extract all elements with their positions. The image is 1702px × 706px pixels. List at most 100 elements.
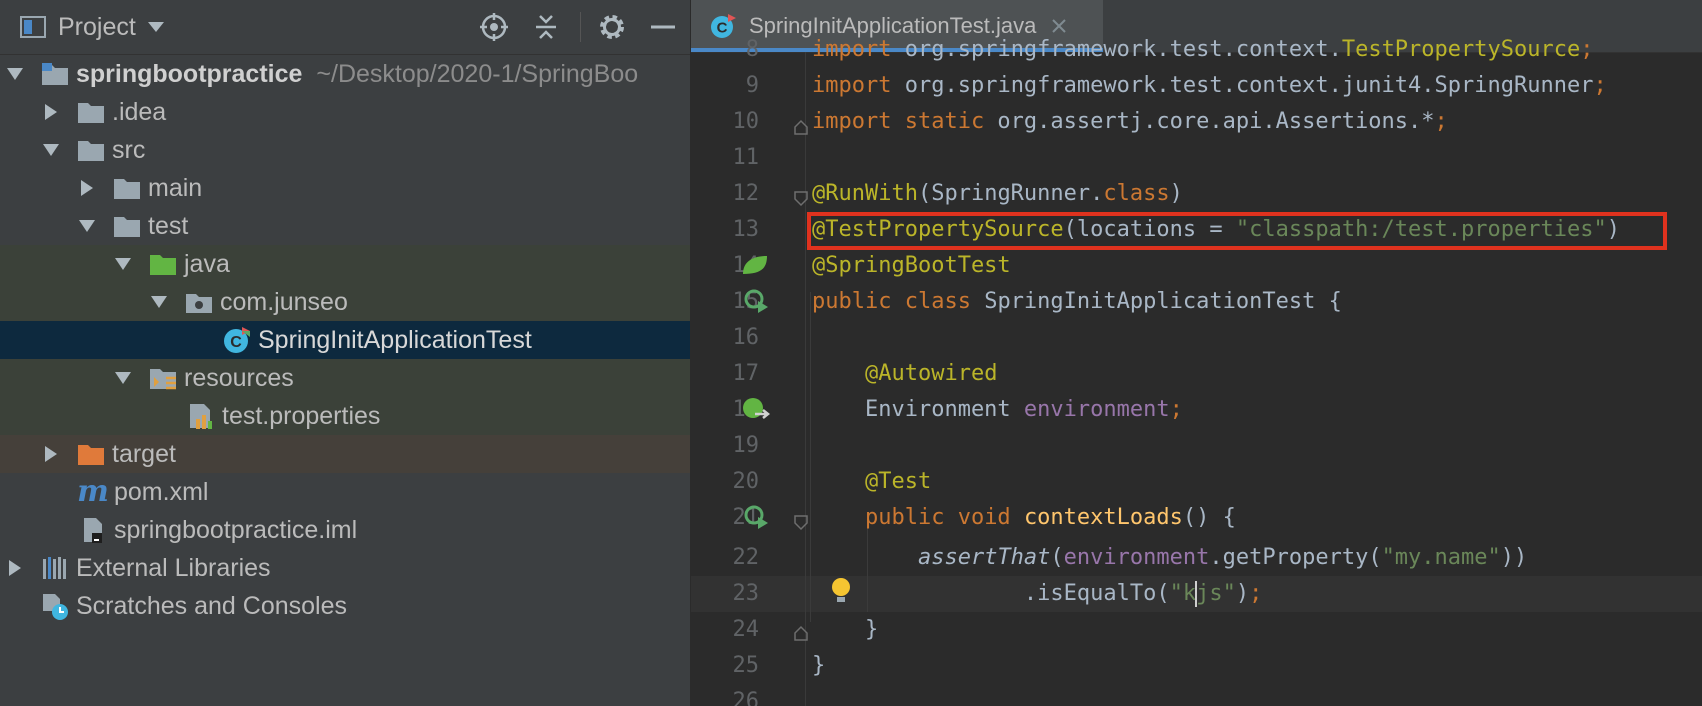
tree-item-scratches[interactable]: Scratches and Consoles [0,587,696,625]
code-line: import org.springframework.test.context.… [812,37,1594,62]
code-line: @Autowired [864,361,998,386]
project-panel-header: Project [0,0,690,55]
tree-item-resources[interactable]: resources [0,359,690,397]
tree-item-label: com.junseo [220,287,348,316]
chevron-down-icon [147,22,164,32]
run-test-icon[interactable] [743,504,771,538]
code-line: .isEqualTo("kjs"); [812,581,1263,607]
tree-item-path: ~/Desktop/2020-1/SpringBoo [316,59,639,88]
tree-item-label: target [112,439,176,468]
tree-item-iml[interactable]: springbootpractice.iml [0,511,768,549]
code-line: @Test [864,469,932,494]
code-line: public class SpringInitApplicationTest { [812,289,1342,314]
header-separator [580,12,581,42]
test-class-icon: C [222,325,252,355]
module-folder-icon [40,59,70,89]
code-line: @RunWith(SpringRunner.class) [812,181,1183,206]
code-area[interactable]: 8 9 10 11 12 13 14 15 16 17 18 19 20 21 … [691,37,1702,706]
line-number: 10 [732,109,760,134]
tree-item-idea[interactable]: .idea [0,93,732,131]
tree-item-test[interactable]: test [0,207,768,245]
editor-panel: C SpringInitApplicationTest.java 8 9 10 … [691,0,1702,706]
gear-icon[interactable] [594,9,630,45]
line-number: 17 [732,361,760,386]
package-icon [184,287,214,317]
collapse-all-icon[interactable] [528,9,564,45]
tree-item-main[interactable]: main [0,169,768,207]
code-line: public void contextLoads() { [864,505,1236,530]
line-number: 24 [732,617,760,642]
tree-item-target[interactable]: target [0,435,690,473]
tree-item-test-properties[interactable]: test.properties [0,397,690,435]
folder-icon [76,135,106,165]
tree-item-pom[interactable]: m pom.xml [0,473,768,511]
line-number: 16 [732,325,760,350]
iml-file-icon [78,515,108,545]
code-line: @SpringBootTest [812,253,1011,278]
gutter-separator [805,52,806,706]
line-number: 19 [732,433,760,458]
code-line: assertThat(environment.getProperty("my.n… [917,545,1528,570]
tree-item-label: SpringInitApplicationTest [258,325,532,354]
code-line: } [812,653,826,678]
tree-item-label: springbootpractice [76,59,303,88]
fold-marker-icon[interactable] [793,622,809,647]
collapsed-arrow-icon[interactable] [42,103,60,121]
tree-item-label: test.properties [222,401,381,430]
fold-marker-icon[interactable] [793,188,809,213]
line-number: 22 [732,545,760,570]
tree-item-label: src [112,135,146,164]
tree-item-project-root[interactable]: springbootpractice ~/Desktop/2020-1/Spri… [0,55,696,93]
line-number: 26 [732,689,760,706]
fold-marker-icon[interactable] [793,512,809,537]
tree-item-label: main [148,173,203,202]
collapsed-arrow-icon[interactable] [42,445,60,463]
project-view-selector[interactable]: Project [20,10,164,44]
line-number: 13 [732,217,760,242]
line-number: 25 [732,653,760,678]
properties-file-icon [186,401,216,431]
indent-guide [810,292,811,622]
svg-text:C: C [230,334,242,351]
run-test-icon[interactable] [743,288,771,322]
locate-icon[interactable] [476,9,512,45]
tree-item-label: test [148,211,189,240]
folder-icon [76,97,106,127]
tree-item-test-class[interactable]: C SpringInitApplicationTest [0,321,690,359]
line-number: 23 [732,581,760,606]
collapsed-arrow-icon[interactable] [6,559,24,577]
tree-item-package[interactable]: com.junseo [0,283,690,321]
expanded-arrow-icon[interactable] [114,369,132,387]
expanded-arrow-icon[interactable] [6,65,24,83]
tree-item-label: .idea [112,97,167,126]
tree-item-external-libraries[interactable]: External Libraries [0,549,696,587]
collapsed-arrow-icon[interactable] [78,179,96,197]
tree-item-src[interactable]: src [0,131,732,169]
expanded-arrow-icon[interactable] [114,255,132,273]
line-number: 12 [732,181,760,206]
tree-item-label: resources [184,363,294,392]
tree-item-java[interactable]: java [0,245,690,283]
code-line: import org.springframework.test.context.… [812,73,1607,98]
tree-item-label: pom.xml [114,477,209,506]
expanded-arrow-icon[interactable] [150,293,168,311]
expanded-arrow-icon[interactable] [42,141,60,159]
project-panel-icon [20,16,46,38]
folder-icon [112,211,142,241]
text-caret [1195,581,1198,607]
spring-bean-icon[interactable] [741,254,769,284]
autowired-bean-icon[interactable] [741,396,771,430]
line-number: 11 [732,145,760,170]
library-icon [40,553,70,583]
folder-icon [112,173,142,203]
tree-item-label: springbootpractice.iml [114,515,358,544]
expanded-arrow-icon[interactable] [78,217,96,235]
code-line: } [812,617,879,642]
test-source-folder-icon [148,249,178,279]
line-number: 20 [732,469,760,494]
fold-marker-icon[interactable] [793,116,809,141]
highlight-box [807,212,1667,250]
hide-panel-icon[interactable] [645,9,681,45]
line-number: 8 [745,37,759,62]
maven-icon: m [77,474,109,509]
